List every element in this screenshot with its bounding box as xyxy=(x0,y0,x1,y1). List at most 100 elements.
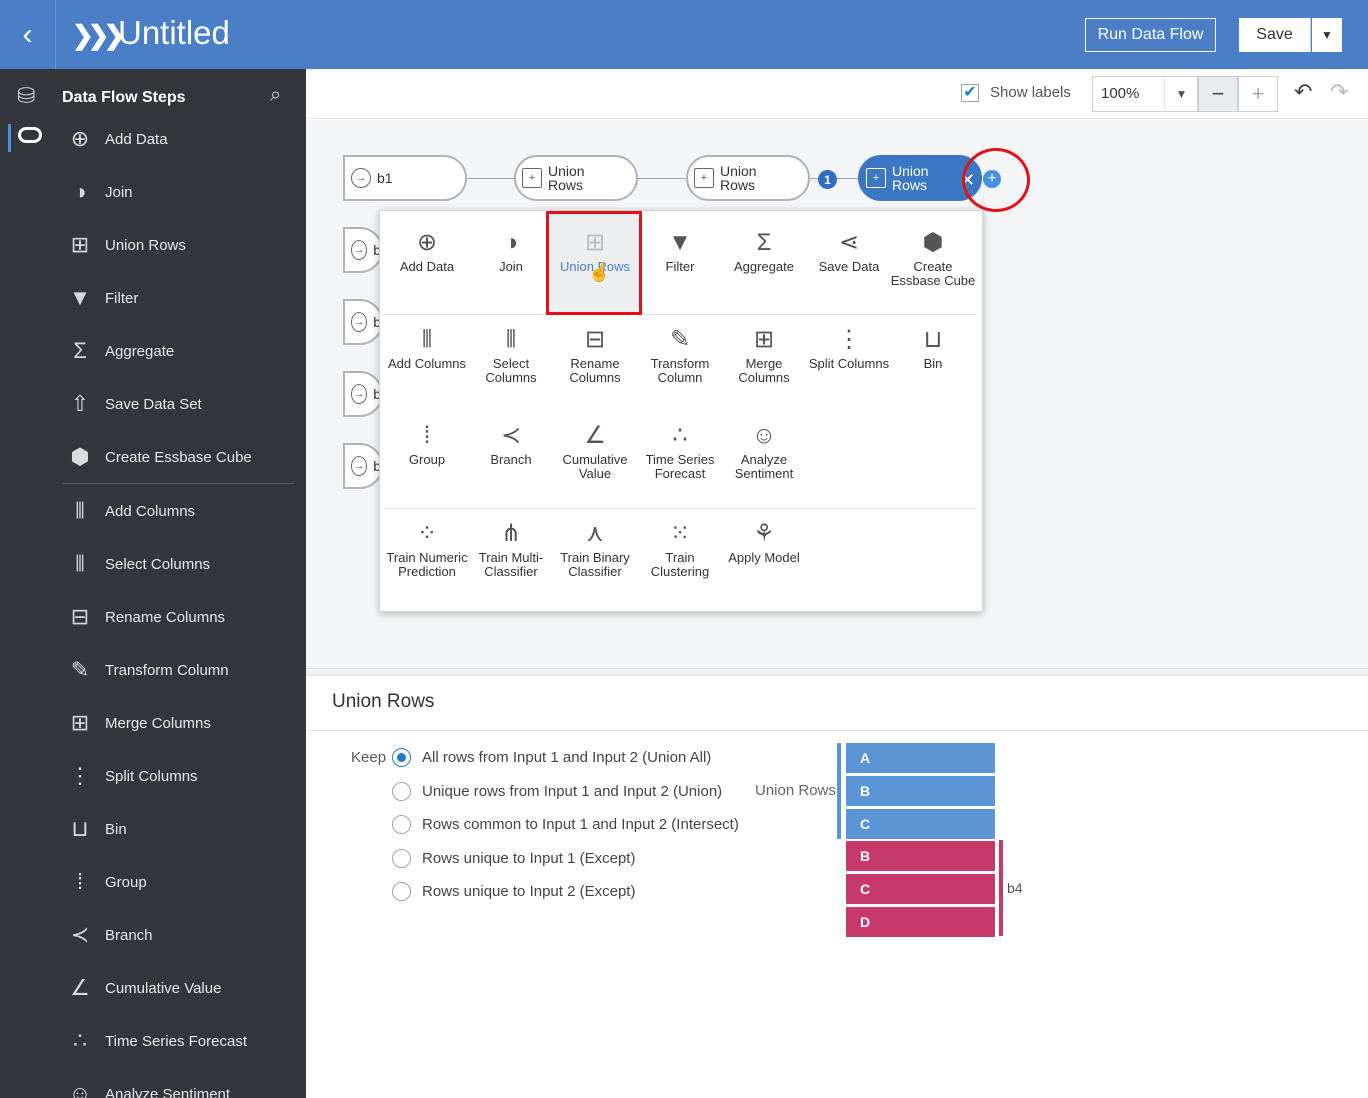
flow-node-union-rows-2[interactable]: + Union Rows xyxy=(686,155,810,201)
menu-item-train-clustering[interactable]: ⁙ Train Clustering xyxy=(637,519,723,579)
sidebar-item-union-rows[interactable]: ⊞ Union Rows xyxy=(62,225,302,265)
sidebar-item-branch[interactable]: ≺ Branch xyxy=(62,915,302,955)
zoom-in-button[interactable]: + xyxy=(1238,76,1278,112)
keep-option-1[interactable]: All rows from Input 1 and Input 2 (Union… xyxy=(392,747,711,767)
sidebar-item-transform-column[interactable]: ✎ Transform Column xyxy=(62,650,302,690)
zoom-out-button[interactable]: − xyxy=(1198,76,1238,112)
sidebar-item-label: Create Essbase Cube xyxy=(105,448,252,466)
sidebar-item-analyze-sentiment[interactable]: ☺ Analyze Sentiment xyxy=(62,1074,302,1098)
undo-icon[interactable]: ↶ xyxy=(1294,79,1312,105)
union-rows-icon: + xyxy=(694,168,714,188)
menu-item-label: Select Columns xyxy=(485,356,537,385)
input-row-cell: C xyxy=(846,874,995,904)
sidebar-item-bin[interactable]: ⊔ Bin xyxy=(62,809,302,849)
keep-option-5[interactable]: Rows unique to Input 2 (Except) xyxy=(392,881,635,901)
sidebar-item-create-essbase-cube[interactable]: ⬢ Create Essbase Cube xyxy=(62,437,302,477)
sidebar-item-rename-columns[interactable]: ⊟ Rename Columns xyxy=(62,597,302,637)
radio-button[interactable] xyxy=(392,781,411,801)
menu-item-train-multi-classifier[interactable]: ⋔ Train Multi-Classifier xyxy=(468,519,554,579)
database-icon[interactable]: ⛁ xyxy=(17,83,35,109)
radio-button[interactable] xyxy=(392,848,411,868)
flow-node-label: Union Rows xyxy=(548,163,585,193)
flow-node-union-rows-1[interactable]: + Union Rows xyxy=(514,155,638,201)
sidebar-item-add-columns[interactable]: ⫴ Add Columns xyxy=(62,491,302,531)
sidebar-item-add-data[interactable]: ⊕ Add Data xyxy=(62,119,302,159)
sidebar-item-merge-columns[interactable]: ⊞ Merge Columns xyxy=(62,703,302,743)
sidebar-item-group[interactable]: ⁞ Group xyxy=(62,862,302,902)
menu-item-rename-columns[interactable]: ⊟ Rename Columns xyxy=(552,325,638,385)
data-flow-icon[interactable] xyxy=(18,127,42,143)
flow-node-label: Union Rows xyxy=(892,163,929,193)
cube-icon: ⬢ xyxy=(70,444,90,469)
input-bracket xyxy=(999,840,1003,936)
highlight-circle-annotation xyxy=(962,148,1030,212)
menu-item-group[interactable]: ⁞ Group xyxy=(384,421,470,467)
bin-icon: ⊔ xyxy=(923,326,943,353)
keep-option-2[interactable]: Unique rows from Input 1 and Input 2 (Un… xyxy=(392,781,722,801)
sidebar-item-time-series-forecast[interactable]: ∴ Time Series Forecast xyxy=(62,1021,302,1061)
top-header: ‹ ❯❯❯ Untitled Run Data Flow Save ▼ xyxy=(0,0,1368,69)
save-button[interactable]: Save xyxy=(1239,18,1311,52)
menu-item-split-columns[interactable]: ⋮ Split Columns xyxy=(806,325,892,371)
menu-item-cumulative-value[interactable]: ∠ Cumulative Value xyxy=(552,421,638,481)
node-count-badge: 1 xyxy=(818,170,837,189)
menu-item-branch[interactable]: ≺ Branch xyxy=(468,421,554,467)
keep-label: Keep xyxy=(351,749,387,766)
aggregate-icon: Σ xyxy=(73,338,87,363)
menu-item-transform-column[interactable]: ✎ Transform Column xyxy=(637,325,723,385)
redo-icon[interactable]: ↷ xyxy=(1330,79,1348,105)
radio-button[interactable] xyxy=(392,814,411,834)
zoom-dropdown-chevron-icon[interactable]: ▼ xyxy=(1164,76,1198,112)
keep-option-3[interactable]: Rows common to Input 1 and Input 2 (Inte… xyxy=(392,814,739,834)
radio-button[interactable] xyxy=(392,747,411,767)
search-icon[interactable]: ⌕ xyxy=(270,84,281,107)
menu-item-apply-model[interactable]: ⚘ Apply Model xyxy=(721,519,807,565)
show-labels-checkbox[interactable]: ✔ xyxy=(961,84,979,102)
rename-columns-icon: ⊟ xyxy=(584,326,606,353)
rail-active-indicator xyxy=(8,124,11,152)
menu-item-time-series-forecast[interactable]: ∴ Time Series Forecast xyxy=(637,421,723,481)
menu-item-label: Add Data xyxy=(399,259,455,274)
menu-item-add-data[interactable]: ⊕ Add Data xyxy=(384,228,470,274)
menu-item-merge-columns[interactable]: ⊞ Merge Columns xyxy=(721,325,807,385)
menu-item-train-binary-classifier[interactable]: ⋏ Train Binary Classifier xyxy=(552,519,638,579)
back-icon[interactable]: ‹ xyxy=(0,0,56,69)
menu-item-filter[interactable]: ▼ Filter xyxy=(637,228,723,274)
keep-option-4[interactable]: Rows unique to Input 1 (Except) xyxy=(392,848,635,868)
menu-item-train-numeric-prediction[interactable]: ⁘ Train Numeric Prediction xyxy=(384,519,470,579)
menu-item-create-essbase-cube[interactable]: ⬢ Create Essbase Cube xyxy=(890,228,976,288)
sidebar-item-cumulative-value[interactable]: ∠ Cumulative Value xyxy=(62,968,302,1008)
menu-item-bin[interactable]: ⊔ Bin xyxy=(890,325,976,371)
add-data-icon: → xyxy=(351,168,371,188)
input-row-cell: D xyxy=(846,907,995,937)
menu-item-label: Analyze Sentiment xyxy=(734,452,794,481)
menu-item-aggregate[interactable]: Σ Aggregate xyxy=(721,228,807,274)
menu-item-join[interactable]: ◑ Join xyxy=(468,228,554,274)
cumulative-value-icon: ∠ xyxy=(584,422,606,449)
input-row-cell: B xyxy=(846,841,995,871)
run-data-flow-button[interactable]: Run Data Flow xyxy=(1085,18,1216,52)
save-dropdown-chevron-icon[interactable]: ▼ xyxy=(1312,18,1342,52)
sidebar-item-label: Select Columns xyxy=(105,555,211,573)
radio-button[interactable] xyxy=(392,881,411,901)
menu-item-save-data[interactable]: ⋖ Save Data xyxy=(806,228,892,274)
menu-item-label: Save Data xyxy=(818,259,880,274)
sidebar-item-save-data-set[interactable]: ⇧ Save Data Set xyxy=(62,384,302,424)
sidebar-item-aggregate[interactable]: Σ Aggregate xyxy=(62,331,302,371)
show-labels-label: Show labels xyxy=(990,84,1071,101)
panel-splitter[interactable] xyxy=(306,668,1368,676)
sidebar-item-select-columns[interactable]: ⫴ Select Columns xyxy=(62,544,302,584)
flow-node-b1[interactable]: → b1 xyxy=(343,155,467,201)
sidebar-item-label: Join xyxy=(105,183,133,201)
sidebar-item-filter[interactable]: ▼ Filter xyxy=(62,278,302,318)
menu-item-analyze-sentiment[interactable]: ☺ Analyze Sentiment xyxy=(721,421,807,481)
canvas-toolbar: ✔ Show labels 100% ▼ − + ↶ ↷ xyxy=(306,69,1368,119)
menu-item-select-columns[interactable]: ⫴ Select Columns xyxy=(468,325,554,385)
time-series-icon: ∴ xyxy=(73,1028,87,1053)
menu-item-label: Cumulative Value xyxy=(562,452,628,481)
menu-item-add-columns[interactable]: ⫴ Add Columns xyxy=(384,325,470,371)
sidebar-item-join[interactable]: ◑ Join xyxy=(62,172,302,212)
sidebar-rail: ⛁ xyxy=(0,69,56,1098)
sidebar-item-label: Save Data Set xyxy=(105,395,202,413)
sidebar-item-split-columns[interactable]: ⋮ Split Columns xyxy=(62,756,302,796)
